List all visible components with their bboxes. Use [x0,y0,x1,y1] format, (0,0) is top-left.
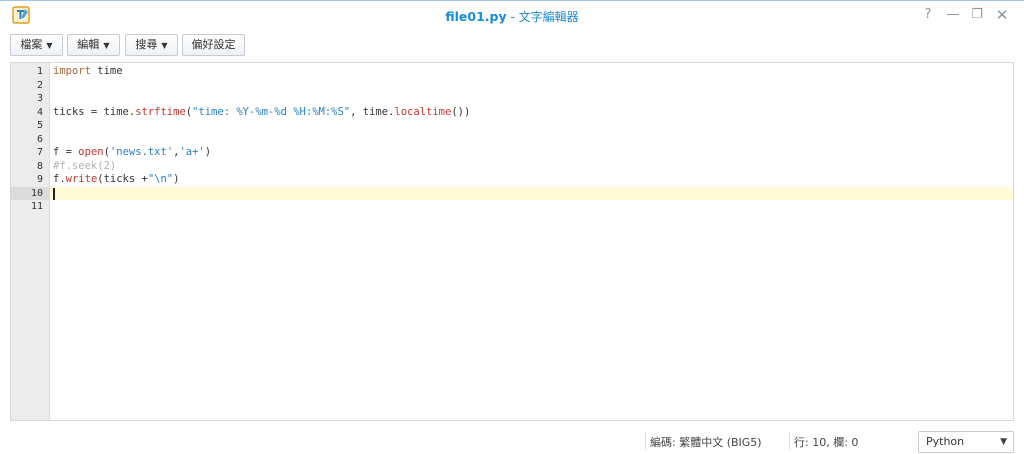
line-number: 6 [36,133,43,145]
title-bar: file01.py - 文字編輯器 ? — ❐ ✕ [0,0,1024,28]
code-line-active[interactable] [50,186,1013,200]
code-editor[interactable]: 1 2 3 4 5 6 7 8 9 10 11 import time tick… [10,62,1014,421]
code-line[interactable] [50,119,1013,133]
line-number-gutter: 1 2 3 4 5 6 7 8 9 10 11 [11,63,50,420]
search-menu-label: 搜尋 [135,38,158,51]
preferences-button[interactable]: 偏好設定 [182,34,245,56]
preferences-label: 偏好設定 [191,38,236,51]
minimize-icon[interactable]: — [943,5,963,25]
code-line[interactable]: f.write(ticks +"\n") [50,173,1013,187]
line-number: 9 [36,174,43,185]
line-number: 1 [36,66,43,77]
language-select-value: Python [926,435,965,448]
chevron-down-icon: ▼ [46,41,53,50]
search-menu-button[interactable]: 搜尋 ▼ [125,34,178,56]
line-number: 7 [36,147,43,158]
code-line[interactable]: ticks = time.strftime("time: %Y-%m-%d %H… [50,106,1013,120]
code-line-text: #f.seek(2) [53,159,117,172]
line-number-active: 10 [11,186,50,200]
code-line[interactable] [50,200,1013,214]
code-line-text: import time [53,65,123,77]
chevron-down-icon: ▼ [1000,437,1007,447]
status-bar: 編碼: 繁體中文 (BIG5) 行: 10, 欄: 0 Python ▼ [0,428,1024,454]
code-line[interactable] [50,92,1013,106]
language-select[interactable]: Python ▼ [918,431,1014,453]
help-icon[interactable]: ? [918,5,938,25]
edit-menu-button[interactable]: 編輯 ▼ [67,34,120,56]
code-line-text: f.write(ticks +"\n") [53,173,180,185]
restore-icon[interactable]: ❐ [967,5,987,25]
code-line[interactable] [50,133,1013,147]
window-title: file01.py - 文字編輯器 [0,8,1024,25]
window-title-app: 文字編輯器 [518,10,579,24]
code-line-text: ticks = time.strftime("time: %Y-%m-%d %H… [53,105,471,118]
text-cursor [53,187,55,200]
code-line[interactable]: import time [50,65,1013,79]
line-number: 8 [36,160,43,172]
line-number: 5 [36,120,43,131]
line-number: 2 [36,79,43,91]
code-line[interactable]: f = open('news.txt','a+') [50,146,1013,160]
cursor-position-status: 行: 10, 欄: 0 [794,436,859,449]
code-line[interactable] [50,79,1013,93]
chevron-down-icon: ▼ [103,41,110,50]
window-title-filename: file01.py [445,9,507,24]
status-divider [645,432,646,450]
status-divider [789,432,790,450]
window-title-separator: - [506,10,519,24]
edit-menu-label: 編輯 [77,38,100,51]
line-number: 11 [30,201,43,212]
close-icon[interactable]: ✕ [992,5,1012,25]
line-number: 3 [36,93,43,104]
line-number: 4 [36,106,43,118]
file-menu-button[interactable]: 檔案 ▼ [10,34,63,56]
code-line-text: f = open('news.txt','a+') [53,146,212,158]
code-line[interactable]: #f.seek(2) [50,160,1013,174]
chevron-down-icon: ▼ [161,41,168,50]
encoding-status[interactable]: 編碼: 繁體中文 (BIG5) [650,434,762,450]
file-menu-label: 檔案 [20,38,43,51]
